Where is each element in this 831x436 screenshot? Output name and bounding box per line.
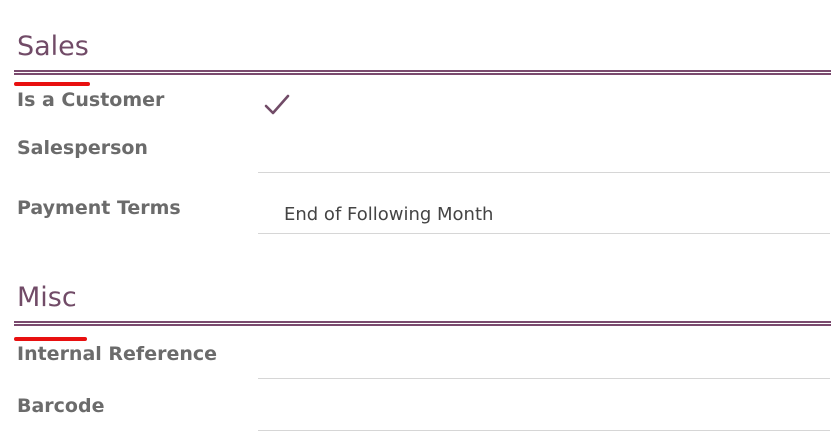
payment-terms-label: Payment Terms xyxy=(17,197,181,219)
internal-reference-field[interactable] xyxy=(258,343,830,379)
sales-annotation-underline xyxy=(14,82,90,86)
misc-section-separator xyxy=(14,321,831,326)
checkmark-icon xyxy=(264,94,290,115)
misc-annotation-underline xyxy=(14,337,87,341)
is-customer-label: Is a Customer xyxy=(17,89,165,111)
barcode-label: Barcode xyxy=(17,395,105,417)
sales-section-title: Sales xyxy=(17,31,89,62)
payment-terms-field[interactable]: End of Following Month xyxy=(258,198,830,234)
salesperson-label: Salesperson xyxy=(17,137,148,159)
internal-reference-label: Internal Reference xyxy=(17,343,218,365)
payment-terms-value: End of Following Month xyxy=(284,204,494,225)
misc-section-title: Misc xyxy=(17,282,77,313)
is-customer-checkbox[interactable] xyxy=(262,90,292,120)
sales-section-separator xyxy=(14,70,831,75)
salesperson-field[interactable] xyxy=(258,137,830,173)
barcode-field[interactable] xyxy=(258,395,830,431)
